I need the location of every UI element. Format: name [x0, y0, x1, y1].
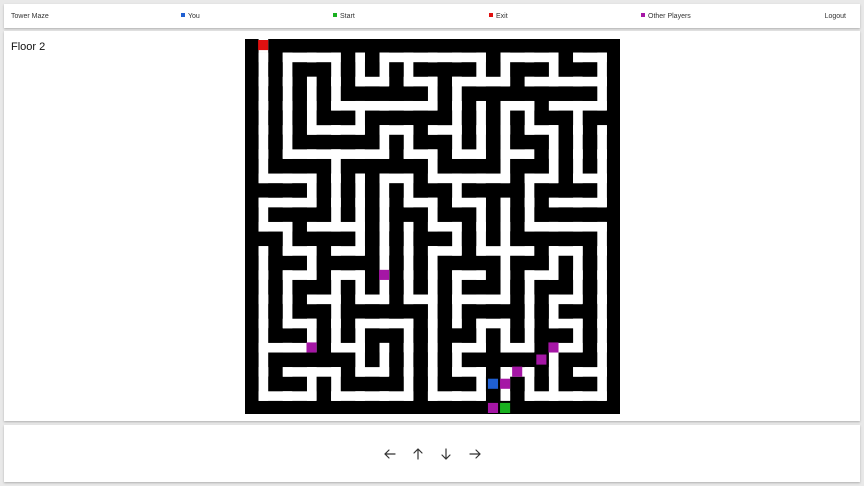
exit-marker	[258, 40, 269, 51]
legend-exit: Exit	[489, 12, 508, 21]
legend-other-players: Other Players	[641, 12, 691, 21]
down-arrow-button[interactable]	[436, 444, 456, 464]
maze-path-segment	[476, 100, 486, 135]
start-marker	[500, 402, 511, 413]
exit-swatch	[489, 13, 493, 17]
maze-path-segment	[355, 52, 365, 86]
other-player-marker	[487, 402, 499, 413]
maze-board	[245, 39, 620, 414]
maze-path-segment	[573, 367, 607, 377]
up-arrow-icon	[413, 448, 423, 460]
legend-you: You	[181, 12, 200, 21]
legend-you-label: You	[188, 13, 200, 20]
other-player-marker	[306, 342, 317, 353]
right-arrow-icon	[469, 449, 481, 459]
you-swatch	[181, 13, 185, 17]
maze-path-segment	[355, 173, 365, 207]
controls-panel	[4, 425, 860, 482]
maze-path-segment	[573, 52, 607, 63]
down-arrow-icon	[441, 448, 451, 460]
up-arrow-button[interactable]	[408, 444, 428, 464]
maze-path-segment	[500, 197, 511, 232]
other-player-marker	[512, 366, 523, 377]
maze-path-segment	[403, 221, 414, 256]
maze-path-segment	[427, 125, 462, 135]
legend-start-label: Start	[340, 13, 355, 20]
legend-other-players-label: Other Players	[648, 13, 691, 20]
you-marker	[487, 378, 499, 389]
top-bar: Tower Maze You Start Exit Other Players …	[4, 4, 860, 28]
legend-exit-label: Exit	[496, 13, 508, 20]
other-player-marker	[500, 378, 511, 389]
maze-path-segment	[379, 342, 390, 377]
maze-path-segment	[452, 270, 486, 280]
other-players-swatch	[641, 13, 645, 17]
maze-path-segment	[306, 294, 341, 305]
legend-start: Start	[333, 12, 355, 21]
maze-path-segment	[282, 367, 317, 377]
maze-path-segment	[258, 246, 269, 280]
left-arrow-icon	[384, 449, 396, 459]
left-arrow-button[interactable]	[380, 444, 400, 464]
other-player-marker	[536, 354, 547, 365]
maze-path-segment	[331, 246, 365, 256]
maze-path-segment	[524, 76, 559, 87]
app-title: Tower Maze	[11, 13, 49, 20]
maze-path-segment	[548, 100, 583, 111]
floor-label: Floor 2	[11, 41, 46, 53]
logout-link[interactable]: Logout	[825, 12, 846, 21]
start-swatch	[333, 13, 337, 17]
maze-path-segment	[597, 125, 607, 159]
other-player-marker	[379, 269, 390, 280]
game-panel: Floor 2	[4, 31, 860, 421]
right-arrow-button[interactable]	[465, 444, 485, 464]
maze-path-segment	[306, 221, 341, 232]
maze-path-segment	[306, 76, 317, 111]
other-player-marker	[548, 342, 559, 353]
maze-path-segment	[548, 197, 583, 208]
